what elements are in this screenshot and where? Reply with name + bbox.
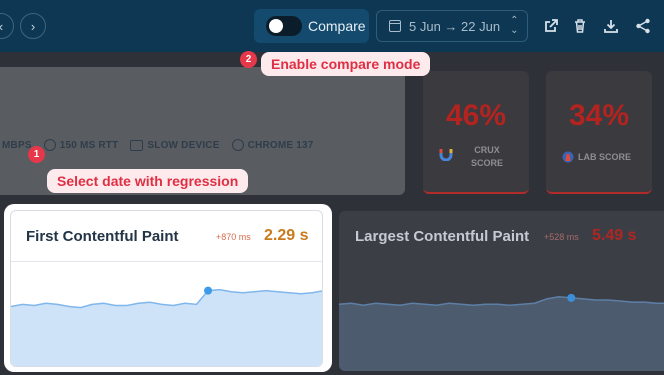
top-toolbar: ‹ › Compare 5 Jun → 22 Jun ⌃⌄ xyxy=(0,0,664,52)
lcp-title: Largest Contentful Paint xyxy=(355,228,530,245)
lab-score-label: LAB SCORE xyxy=(578,152,632,162)
trash-icon[interactable] xyxy=(570,16,590,36)
lcp-value: 5.49 s xyxy=(592,227,637,244)
crux-icon xyxy=(439,149,453,161)
date-range-text: 5 Jun → 22 Jun xyxy=(409,18,501,34)
toggle-switch[interactable] xyxy=(266,16,302,36)
cpu-icon xyxy=(130,139,144,151)
crux-score-value: 46% xyxy=(445,99,507,132)
test-settings-row: MBPS 150 MS RTT SLOW DEVICE CHROME 137 xyxy=(2,139,314,151)
browser-label: CHROME 137 xyxy=(247,139,314,151)
compare-toggle-button[interactable]: Compare xyxy=(254,9,369,43)
rtt-label: 150 MS RTT xyxy=(59,139,119,151)
lcp-delta: +528 ms xyxy=(544,232,579,242)
device-label: SLOW DEVICE xyxy=(147,139,220,151)
lcp-trend-chart[interactable] xyxy=(339,265,664,371)
share-icon[interactable] xyxy=(633,16,653,36)
crux-label-line2: SCORE xyxy=(470,158,503,168)
lighthouse-icon xyxy=(562,151,574,163)
step-2-badge: 2 xyxy=(240,51,257,68)
step-2-callout: Enable compare mode xyxy=(261,52,431,76)
date-range-picker[interactable]: 5 Jun → 22 Jun ⌃ ⌄ xyxy=(376,10,528,42)
lcp-trend-area xyxy=(339,296,664,371)
fcp-trend-chart[interactable] xyxy=(11,262,323,367)
bandwidth-setting: MBPS xyxy=(2,140,32,151)
lcp-trend-selected-point[interactable] xyxy=(567,293,576,302)
chevron-updown-icon: ⌃ ⌄ xyxy=(510,15,519,36)
chrome-icon xyxy=(231,139,244,151)
next-icon[interactable]: › xyxy=(20,13,46,39)
crux-score-label: CRUX SCORE xyxy=(465,144,509,170)
lcp-metric-card[interactable]: Largest Contentful Paint +528 ms 5.49 s xyxy=(339,211,664,371)
fcp-trend-area xyxy=(11,289,322,366)
rtt-setting: 150 MS RTT xyxy=(43,139,119,151)
bandwidth-label: MBPS xyxy=(2,139,32,151)
fcp-trend-selected-point[interactable] xyxy=(204,286,213,295)
compare-label: Compare xyxy=(308,18,366,34)
previous-icon[interactable]: ‹ xyxy=(0,13,14,39)
browser-setting: CHROME 137 xyxy=(231,139,314,151)
fcp-delta: +870 ms xyxy=(216,232,251,242)
fcp-title: First Contentful Paint xyxy=(26,228,179,245)
gauge-icon xyxy=(43,139,56,151)
crux-label-line1: CRUX xyxy=(474,145,500,155)
device-setting: SLOW DEVICE xyxy=(130,139,220,151)
toggle-knob xyxy=(269,19,283,33)
fcp-value: 2.29 s xyxy=(264,227,309,244)
crux-score-card[interactable]: 46% CRUX SCORE xyxy=(423,71,529,194)
calendar-icon xyxy=(389,20,401,32)
lab-score-card[interactable]: 34% LAB SCORE xyxy=(546,71,652,194)
lab-score-value: 34% xyxy=(568,99,630,132)
step-1-badge: 1 xyxy=(28,146,45,163)
fcp-metric-card[interactable]: First Contentful Paint +870 ms 2.29 s xyxy=(10,210,323,367)
external-link-icon[interactable] xyxy=(541,16,561,36)
step-1-callout: Select date with regression xyxy=(47,169,249,193)
download-icon[interactable] xyxy=(601,16,621,36)
